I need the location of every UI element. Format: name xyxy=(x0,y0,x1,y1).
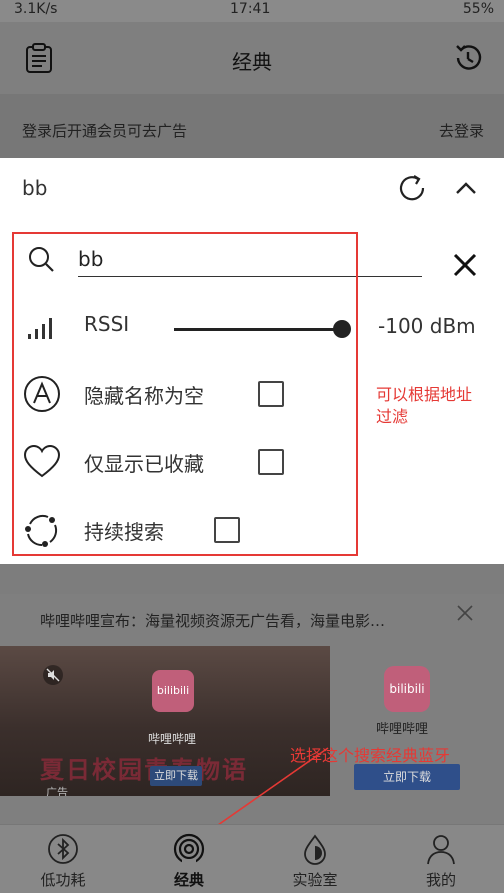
close-icon[interactable] xyxy=(452,252,478,278)
person-icon xyxy=(427,835,455,865)
close-icon[interactable] xyxy=(456,604,474,622)
tab-lab[interactable]: 实验室 xyxy=(252,825,378,893)
spacer xyxy=(0,564,504,594)
annotation-box xyxy=(12,232,358,556)
device-header[interactable]: bb xyxy=(0,158,504,218)
tab-low-energy[interactable]: 低功耗 xyxy=(0,825,126,893)
tab-label: 实验室 xyxy=(292,871,338,889)
refresh-icon[interactable] xyxy=(396,172,428,204)
login-hint: 登录后开通会员可去广告 xyxy=(22,122,188,140)
device-name: bb xyxy=(22,176,48,200)
ad-tag: 广告 xyxy=(46,786,68,796)
annotation-filter-note: 可以根据地址过滤 xyxy=(376,385,473,426)
battery-level: 55% xyxy=(462,1,494,17)
annotation-bluetooth-note: 选择这个搜索经典蓝牙 xyxy=(290,746,451,765)
ad-side-logo: bilibili xyxy=(384,666,430,712)
chevron-up-icon[interactable] xyxy=(452,174,480,202)
ad-side-app-name: 哔哩哔哩 xyxy=(376,722,429,737)
clock: 17:41 xyxy=(230,1,271,17)
drop-icon xyxy=(304,834,326,865)
history-icon[interactable] xyxy=(452,42,484,74)
ad-side-download-button[interactable]: 立即下载 xyxy=(354,764,460,790)
ad-download-button[interactable]: 立即下载 xyxy=(150,766,202,786)
signal-waves-icon xyxy=(173,833,205,865)
tab-label: 经典 xyxy=(173,871,204,889)
tab-mine[interactable]: 我的 xyxy=(378,825,504,893)
ad-app-name: 哔哩哔哩 xyxy=(148,732,197,746)
tab-label: 我的 xyxy=(425,871,456,889)
rssi-value: -100 dBm xyxy=(378,314,476,338)
login-link[interactable]: 去登录 xyxy=(439,120,484,141)
network-speed: 3.1K/s xyxy=(14,1,58,17)
tab-classic[interactable]: 经典 xyxy=(126,825,252,893)
ad-text[interactable]: 哔哩哔哩宣布：海量视频资源无广告看，海量电影… xyxy=(40,610,385,631)
ad-side-card[interactable]: bilibili 哔哩哔哩 立即下载 xyxy=(352,666,462,796)
mute-icon[interactable] xyxy=(42,664,64,686)
bluetooth-icon xyxy=(48,834,78,864)
tab-label: 低功耗 xyxy=(40,871,86,889)
bottom-tab-bar: 低功耗 经典 实验室 我的 xyxy=(0,824,504,893)
ad-app-logo: bilibili xyxy=(152,670,194,712)
app-bar: 经典 xyxy=(0,22,504,94)
status-bar: 3.1K/s 17:41 55% xyxy=(0,0,504,22)
page-title: 经典 xyxy=(232,50,272,74)
login-banner: 登录后开通会员可去广告 去登录 xyxy=(0,94,504,158)
